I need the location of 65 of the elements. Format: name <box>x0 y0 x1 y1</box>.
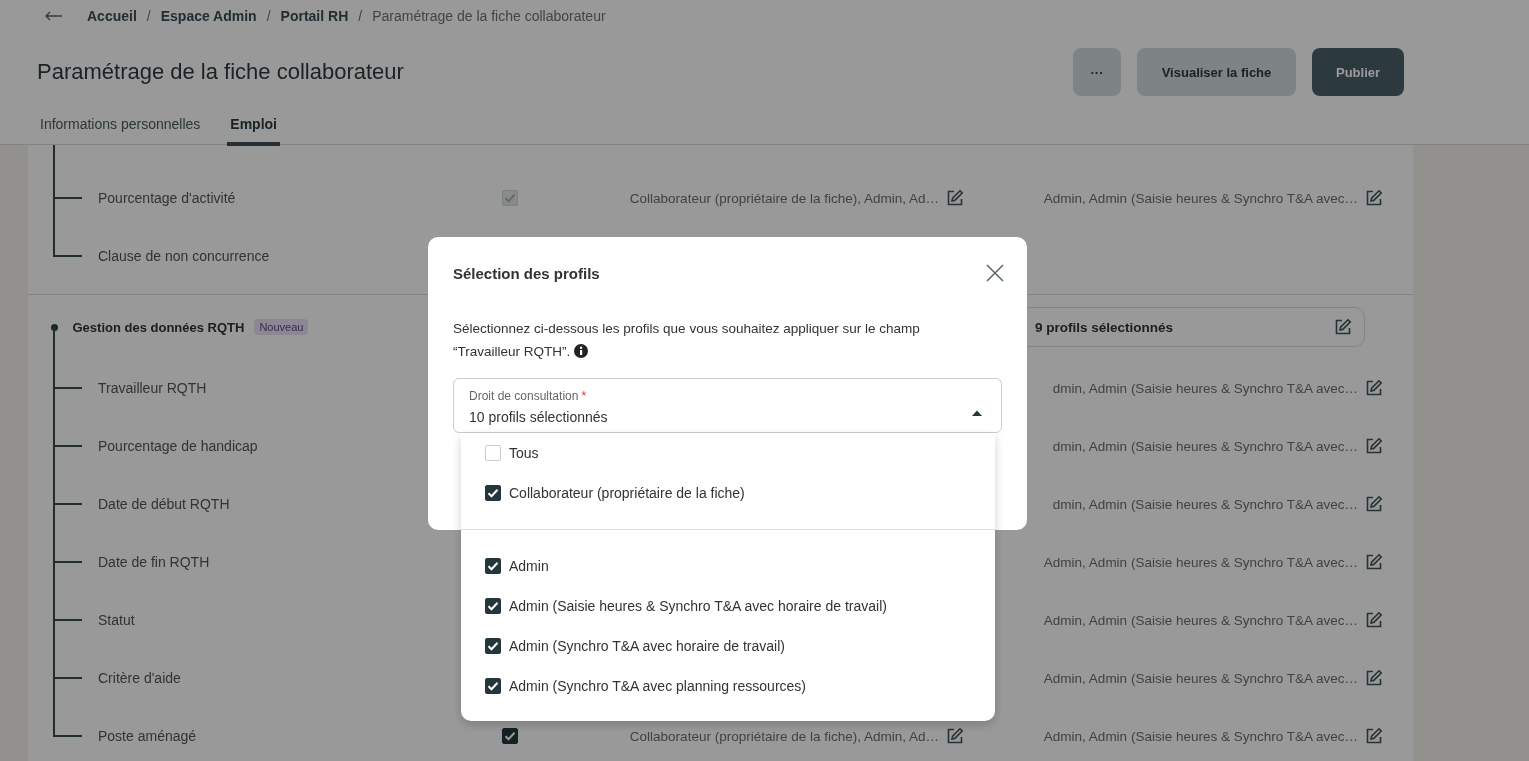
profiles-text: dmin, Admin (Saisie heures & Synchro T&A avec… <box>1052 496 1358 512</box>
profiles-select[interactable]: Droit de consultation * 10 profils sélectionnés <box>453 378 1002 433</box>
close-icon[interactable] <box>986 264 1004 282</box>
option-label[interactable]: Admin (Saisie heures & Synchro T&A avec horaire de travail) <box>509 598 887 614</box>
edit-icon[interactable] <box>1365 189 1383 207</box>
breadcrumb-link[interactable]: Accueil <box>87 7 137 24</box>
profiles-text: Collaborateur (propriétaire de la fiche), Admin, Ad… <box>629 190 939 206</box>
profiles-text: Admin, Admin (Saisie heures & Synchro T&A avec… <box>1043 728 1358 744</box>
edit-icon[interactable] <box>946 727 964 745</box>
option-label[interactable]: Admin <box>509 558 549 574</box>
info-icon[interactable] <box>574 344 589 358</box>
publish-button[interactable]: Publier <box>1312 48 1404 96</box>
field-label: Date de début RQTH <box>98 496 230 512</box>
edit-icon[interactable] <box>1365 611 1383 629</box>
field-label: Poste aménagé <box>98 728 197 744</box>
preview-button[interactable]: Visualiser la fiche <box>1137 48 1296 96</box>
caret-up-icon[interactable] <box>971 410 983 416</box>
select-label: Droit de consultation * <box>469 389 587 403</box>
field-label: Travailleur RQTH <box>98 380 207 396</box>
back-arrow-icon[interactable] <box>45 10 63 21</box>
select-value: 10 profils sélectionnés <box>469 409 608 425</box>
edit-icon[interactable] <box>1365 553 1383 571</box>
field-label: Statut <box>98 612 135 628</box>
breadcrumb-separator: / <box>266 7 271 24</box>
option-label[interactable]: Tous <box>509 445 539 461</box>
breadcrumb-current: Paramétrage de la fiche collaborateur <box>372 7 606 24</box>
dialog-description: Sélectionnez ci-dessous les profils que vous souhaitez appliquer sur le champ “Travailleur RQTH”. <box>453 320 921 361</box>
page-title: Paramétrage de la fiche collaborateur <box>37 59 405 85</box>
edit-icon[interactable] <box>1365 437 1383 455</box>
checkbox[interactable] <box>485 598 501 614</box>
dialog-title: Sélection des profils <box>453 264 600 282</box>
profiles-text: dmin, Admin (Saisie heures & Synchro T&A avec… <box>1052 438 1358 454</box>
breadcrumb-link[interactable]: Espace Admin <box>160 7 257 24</box>
profiles-text: Collaborateur (propriétaire de la fiche), Admin, Ad… <box>629 728 939 744</box>
breadcrumb-separator: / <box>146 7 151 24</box>
checkbox[interactable] <box>485 485 501 501</box>
checkbox[interactable] <box>485 638 501 654</box>
new-badge: Nouveau <box>254 319 309 335</box>
profiles-text: Admin, Admin (Saisie heures & Synchro T&A avec… <box>1043 554 1358 570</box>
edit-icon[interactable] <box>1365 669 1383 687</box>
option-label[interactable]: Admin (Synchro T&A avec planning ressources) <box>509 678 806 694</box>
profiles-text: Admin, Admin (Saisie heures & Synchro T&A avec… <box>1043 190 1358 206</box>
field-label: Date de fin RQTH <box>98 554 210 570</box>
edit-icon[interactable] <box>1365 495 1383 513</box>
edit-icon[interactable] <box>1365 727 1383 745</box>
tab[interactable]: Informations personnelles <box>37 108 204 146</box>
edit-icon[interactable] <box>1334 318 1352 336</box>
breadcrumb-link[interactable]: Portail RH <box>280 7 349 24</box>
profiles-text: Admin, Admin (Saisie heures & Synchro T&A avec… <box>1043 670 1358 686</box>
checkbox[interactable] <box>485 678 501 694</box>
field-label: Pourcentage d'activité <box>98 190 236 206</box>
more-button[interactable]: ··· <box>1073 48 1121 96</box>
profiles-text: Admin, Admin (Saisie heures & Synchro T&A avec… <box>1043 612 1358 628</box>
profiles-text: dmin, Admin (Saisie heures & Synchro T&A avec… <box>1052 380 1358 396</box>
edit-icon[interactable] <box>1365 379 1383 397</box>
field-label: Clause de non concurrence <box>98 248 270 264</box>
field-label: Pourcentage de handicap <box>98 438 258 454</box>
option-label[interactable]: Collaborateur (propriétaire de la fiche) <box>509 485 745 501</box>
breadcrumb-separator: / <box>358 7 363 24</box>
checkbox[interactable] <box>502 728 518 744</box>
section-title: Gestion des données RQTH <box>72 319 245 335</box>
field-label: Critère d'aide <box>98 670 181 686</box>
checkbox[interactable] <box>485 558 501 574</box>
option-label[interactable]: Admin (Synchro T&A avec horaire de travail) <box>509 638 785 654</box>
edit-icon[interactable] <box>946 189 964 207</box>
